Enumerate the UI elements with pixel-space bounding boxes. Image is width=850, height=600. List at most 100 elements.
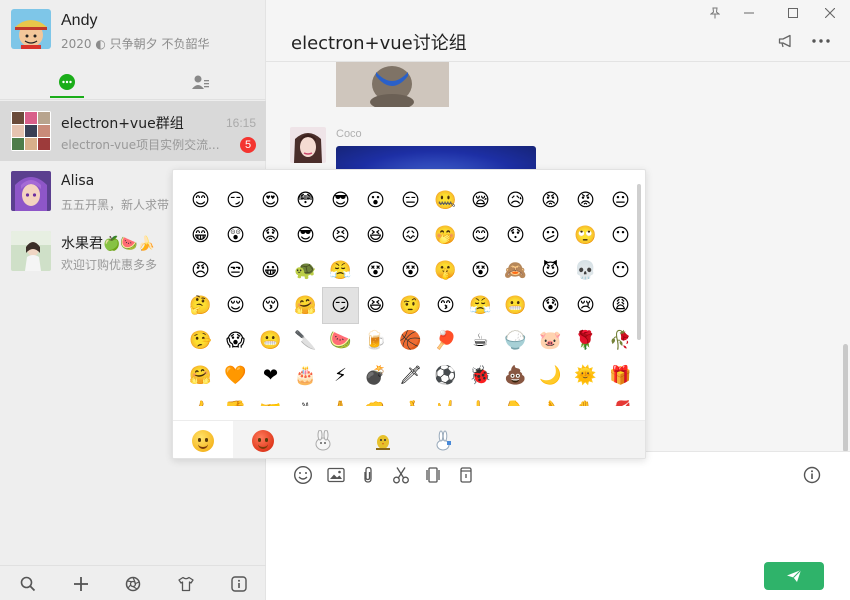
emoji-item[interactable]: 🍉 <box>323 323 358 358</box>
emoji-item[interactable]: 😬 <box>498 288 533 323</box>
emoji-item[interactable]: 😏 <box>218 183 253 218</box>
cup-button[interactable] <box>455 464 477 486</box>
emoji-item[interactable]: 😵 <box>463 253 498 288</box>
emoji-item[interactable]: 😆 <box>358 288 393 323</box>
image-message[interactable] <box>336 62 449 110</box>
emoji-item[interactable]: 😕 <box>533 218 568 253</box>
emoji-item[interactable]: 💋 <box>603 393 638 406</box>
emoji-item[interactable]: 👇 <box>498 393 533 406</box>
pin-button[interactable] <box>706 4 724 22</box>
video-button[interactable] <box>422 464 444 486</box>
emoji-item[interactable]: 😢 <box>568 288 603 323</box>
emoji-item[interactable]: 😮 <box>358 183 393 218</box>
emoji-item[interactable]: ✌ <box>288 393 323 406</box>
emoji-item[interactable]: 🐢 <box>288 253 323 288</box>
emoji-item[interactable]: 😤 <box>323 253 358 288</box>
avatar[interactable] <box>11 9 51 49</box>
skin-button[interactable] <box>176 574 196 594</box>
chick-sticker-tab[interactable] <box>353 421 413 458</box>
emoji-item[interactable]: 😬 <box>253 323 288 358</box>
emoji-item[interactable]: 😀 <box>253 253 288 288</box>
emoji-item[interactable]: 🍺 <box>358 323 393 358</box>
emoji-item[interactable]: 😎 <box>323 183 358 218</box>
emoji-item[interactable]: 😁 <box>183 218 218 253</box>
announcement-button[interactable] <box>775 31 797 51</box>
emoji-item[interactable]: 🤗 <box>183 358 218 393</box>
emoji-item[interactable]: 🤥 <box>183 323 218 358</box>
emoji-item[interactable]: 🤝 <box>253 393 288 406</box>
minimize-button[interactable] <box>740 4 758 22</box>
emoji-item[interactable]: 👌 <box>533 393 568 406</box>
emoji-item[interactable]: 💣 <box>358 358 393 393</box>
emoji-item[interactable]: 🙄 <box>568 218 603 253</box>
emoji-item[interactable]: 👎 <box>218 393 253 406</box>
emoji-item[interactable]: 🏀 <box>393 323 428 358</box>
info-button[interactable] <box>801 464 823 486</box>
add-button[interactable] <box>71 574 91 594</box>
emoji-item[interactable]: 🤔 <box>183 288 218 323</box>
emoji-item[interactable]: 😪 <box>463 183 498 218</box>
emoji-item[interactable]: 😵 <box>393 253 428 288</box>
emoji-item[interactable]: 😡 <box>568 183 603 218</box>
emoji-item[interactable]: 🏓 <box>428 323 463 358</box>
close-button[interactable] <box>821 4 839 22</box>
emoji-item[interactable]: 👊 <box>358 393 393 406</box>
emoji-item[interactable]: 🐷 <box>533 323 568 358</box>
emoji-item[interactable]: 😣 <box>323 218 358 253</box>
angry-sticker-tab[interactable] <box>233 421 293 458</box>
emoji-item[interactable]: 😳 <box>288 183 323 218</box>
emoji-item[interactable]: 😐 <box>603 183 638 218</box>
search-button[interactable] <box>18 574 38 594</box>
emoji-item[interactable]: ⚽ <box>428 358 463 393</box>
session-item-group[interactable]: electron+vue群组 electron-vue项目实例交流... 16:… <box>0 101 266 161</box>
emoji-item[interactable]: 😶 <box>603 253 638 288</box>
emoji-item[interactable]: 😶 <box>603 218 638 253</box>
emoji-item[interactable]: 🤭 <box>428 218 463 253</box>
moments-button[interactable] <box>123 574 143 594</box>
emoji-item[interactable]: 🐞 <box>463 358 498 393</box>
emoji-item[interactable]: ⚡ <box>323 358 358 393</box>
emoji-item[interactable]: 🤫 <box>428 253 463 288</box>
messages-scrollbar[interactable] <box>843 344 848 451</box>
emoji-item[interactable]: 💀 <box>568 253 603 288</box>
emoji-button[interactable] <box>292 464 314 486</box>
emoji-item[interactable]: 😱 <box>218 323 253 358</box>
tab-chats[interactable] <box>52 68 82 96</box>
emoji-item[interactable]: 🗡 <box>393 358 428 393</box>
emoji-item[interactable]: 🌹 <box>568 323 603 358</box>
emoji-item[interactable]: 🥀 <box>603 323 638 358</box>
emoji-item[interactable]: 😯 <box>498 218 533 253</box>
emoji-item[interactable]: 😚 <box>253 288 288 323</box>
emoji-item[interactable]: 😠 <box>183 253 218 288</box>
emoji-item[interactable]: 💩 <box>498 358 533 393</box>
emoji-item[interactable]: 😰 <box>533 288 568 323</box>
emoji-item[interactable]: 😲 <box>218 218 253 253</box>
emoji-item[interactable]: 🧡 <box>218 358 253 393</box>
emoji-item[interactable]: 🤞 <box>393 393 428 406</box>
emoji-item[interactable]: 🤗 <box>288 288 323 323</box>
emoji-item[interactable]: 😌 <box>218 288 253 323</box>
emoji-item[interactable]: 😍 <box>253 183 288 218</box>
emoji-item[interactable]: 🙈 <box>498 253 533 288</box>
emoji-item[interactable]: 😤 <box>463 288 498 323</box>
screenshot-button[interactable] <box>390 464 412 486</box>
rabbit-sticker-tab[interactable] <box>293 421 353 458</box>
emoji-item[interactable]: 😒 <box>218 253 253 288</box>
emoji-item[interactable]: 👍 <box>183 393 218 406</box>
emoji-item[interactable]: 😙 <box>428 288 463 323</box>
face-emoji-tab[interactable] <box>173 421 233 458</box>
attachment-button[interactable] <box>357 464 379 486</box>
emoji-item[interactable]: ❤ <box>253 358 288 393</box>
emoji-item[interactable]: 🤘 <box>428 393 463 406</box>
emoji-item[interactable]: 🔪 <box>288 323 323 358</box>
emoji-item[interactable]: 😆 <box>358 218 393 253</box>
about-button[interactable] <box>229 574 249 594</box>
emoji-item[interactable]: 🙏 <box>323 393 358 406</box>
emoji-item[interactable]: 😑 <box>393 183 428 218</box>
emoji-item[interactable]: 🌞 <box>568 358 603 393</box>
emoji-item[interactable]: 🤐 <box>428 183 463 218</box>
emoji-item[interactable]: 🎂 <box>288 358 323 393</box>
emoji-item[interactable]: ☕ <box>463 323 498 358</box>
tab-contacts[interactable] <box>186 68 216 96</box>
emoji-item[interactable]: 👆 <box>463 393 498 406</box>
